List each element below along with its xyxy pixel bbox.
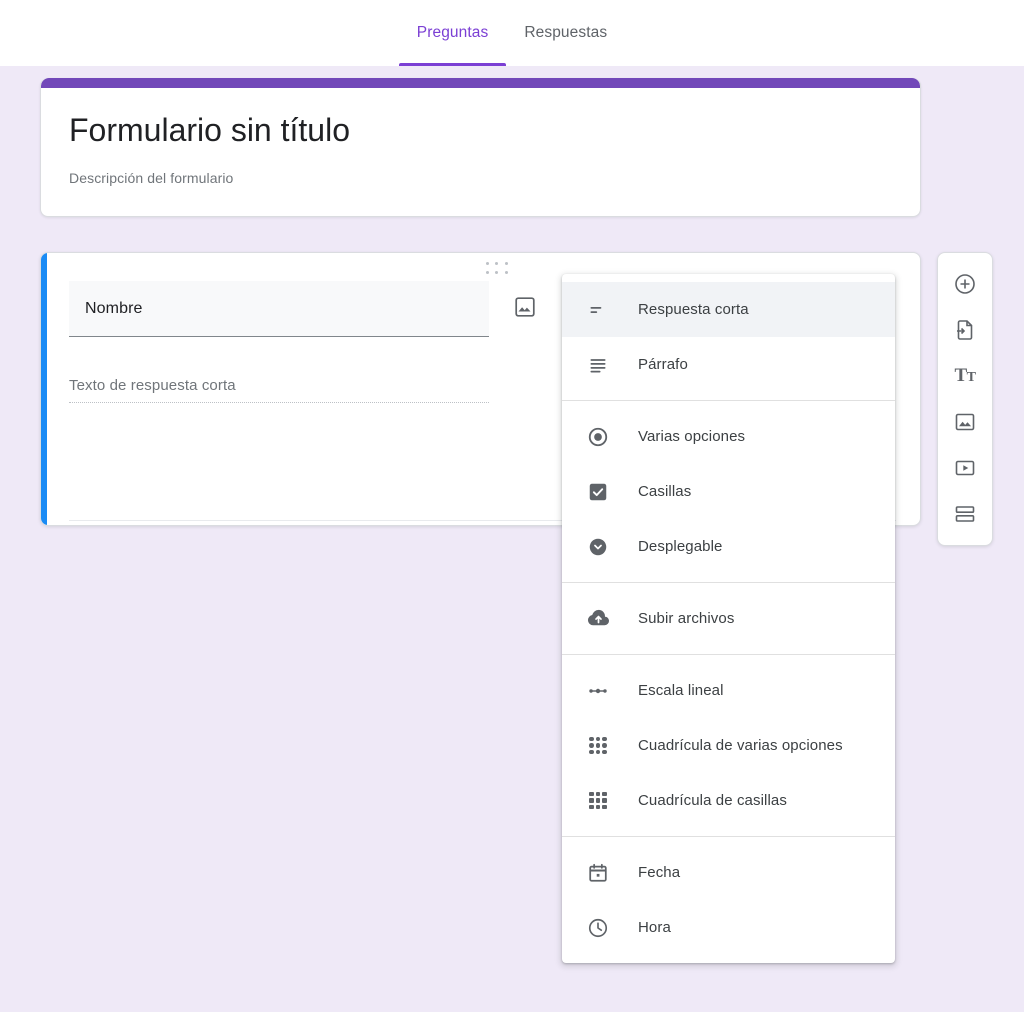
drag-dot <box>485 270 489 274</box>
menu-item-casillas[interactable]: Casillas <box>562 464 895 519</box>
menu-item-respuesta-corta[interactable]: Respuesta corta <box>562 282 895 337</box>
video-icon <box>955 460 975 476</box>
menu-item-label: Cuadrícula de varias opciones <box>638 737 843 754</box>
form-description[interactable]: Descripción del formulario <box>69 170 892 186</box>
drag-dot <box>495 270 499 274</box>
radio-button-icon <box>586 425 610 449</box>
question-type-menu: Respuesta corta Párrafo Varias opciones <box>562 274 895 963</box>
menu-item-label: Varias opciones <box>638 428 746 445</box>
question-image-button[interactable] <box>513 295 537 319</box>
add-question-button[interactable] <box>945 264 985 304</box>
menu-item-label: Subir archivos <box>638 610 735 627</box>
checkbox-icon <box>586 480 610 504</box>
menu-item-cuadricula-casillas[interactable]: Cuadrícula de casillas <box>562 773 895 828</box>
add-video-button[interactable] <box>945 448 985 488</box>
tab-list: Preguntas Respuestas <box>398 0 625 66</box>
title-text-icon: TT <box>954 365 976 386</box>
form-header-card[interactable]: Formulario sin título Descripción del fo… <box>40 78 921 217</box>
drag-handle[interactable] <box>484 261 510 275</box>
dropdown-icon <box>586 535 610 559</box>
menu-separator <box>562 582 895 583</box>
form-header-body: Formulario sin título Descripción del fo… <box>41 88 920 216</box>
add-image-button[interactable] <box>945 402 985 442</box>
question-accent-bar <box>41 253 47 525</box>
menu-separator <box>562 654 895 655</box>
add-title-description-button[interactable]: TT <box>945 356 985 396</box>
tab-preguntas[interactable]: Preguntas <box>398 0 507 66</box>
checkbox-grid-icon <box>586 789 610 813</box>
question-title-input[interactable]: Nombre <box>69 281 489 337</box>
menu-item-subir-archivos[interactable]: Subir archivos <box>562 591 895 646</box>
drag-dot <box>495 262 499 266</box>
radio-grid-icon <box>586 734 610 758</box>
menu-item-hora[interactable]: Hora <box>562 900 895 955</box>
drag-dot <box>505 262 509 266</box>
form-title[interactable]: Formulario sin título <box>69 110 892 154</box>
cloud-upload-icon <box>586 607 610 631</box>
top-tab-bar: Preguntas Respuestas <box>0 0 1024 66</box>
tab-respuestas-label: Respuestas <box>524 24 608 41</box>
menu-item-desplegable[interactable]: Desplegable <box>562 519 895 574</box>
import-questions-button[interactable] <box>945 310 985 350</box>
question-body: Nombre Texto de respuesta corta <box>69 281 589 403</box>
short-answer-icon <box>586 298 610 322</box>
form-header-stripe <box>41 78 920 88</box>
menu-item-cuadricula-varias-opciones[interactable]: Cuadrícula de varias opciones <box>562 718 895 773</box>
tab-respuestas[interactable]: Respuestas <box>506 0 625 66</box>
image-icon <box>955 413 975 431</box>
menu-separator <box>562 836 895 837</box>
linear-scale-icon <box>586 679 610 703</box>
add-circle-icon <box>955 274 975 294</box>
question-title-value: Nombre <box>85 299 143 317</box>
menu-item-label: Hora <box>638 919 671 936</box>
menu-item-label: Cuadrícula de casillas <box>638 792 787 809</box>
add-section-button[interactable] <box>945 494 985 534</box>
menu-item-fecha[interactable]: Fecha <box>562 845 895 900</box>
form-canvas: Formulario sin título Descripción del fo… <box>0 66 1024 1012</box>
menu-item-escala-lineal[interactable]: Escala lineal <box>562 663 895 718</box>
calendar-icon <box>586 861 610 885</box>
clock-icon <box>586 916 610 940</box>
menu-item-label: Párrafo <box>638 356 688 373</box>
side-toolbar: TT <box>937 252 993 546</box>
menu-item-label: Fecha <box>638 864 681 881</box>
drag-dot <box>505 270 509 274</box>
menu-item-label: Casillas <box>638 483 692 500</box>
short-answer-placeholder: Texto de respuesta corta <box>69 377 489 403</box>
paragraph-icon <box>586 353 610 377</box>
menu-item-parrafo[interactable]: Párrafo <box>562 337 895 392</box>
menu-item-varias-opciones[interactable]: Varias opciones <box>562 409 895 464</box>
drag-dot <box>485 262 489 266</box>
section-icon <box>955 506 975 522</box>
tab-preguntas-label: Preguntas <box>416 24 489 41</box>
menu-item-label: Desplegable <box>638 538 723 555</box>
import-file-icon <box>957 320 973 340</box>
menu-item-label: Escala lineal <box>638 682 724 699</box>
menu-item-label: Respuesta corta <box>638 301 749 318</box>
menu-separator <box>562 400 895 401</box>
